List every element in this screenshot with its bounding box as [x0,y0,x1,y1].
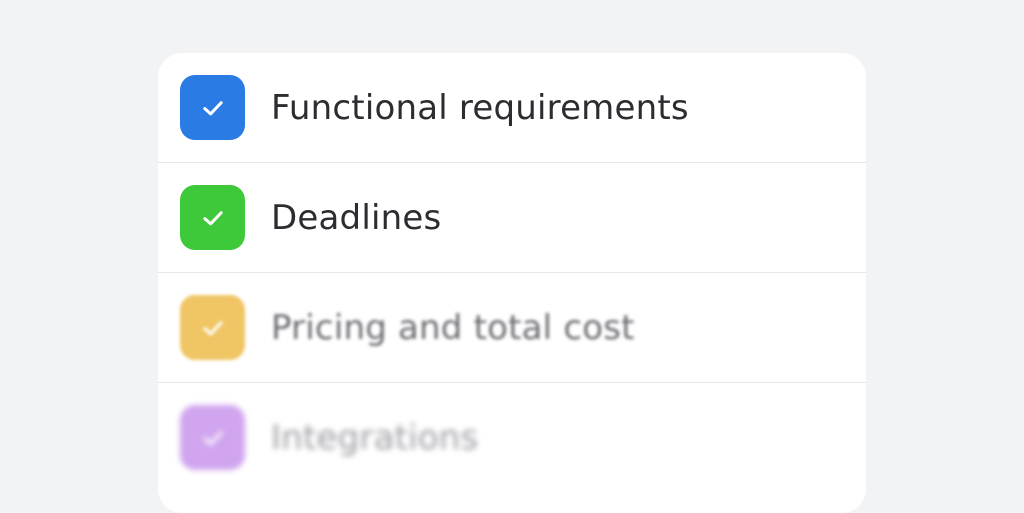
checklist-item-label: Pricing and total cost [271,308,635,348]
checkmark-icon [202,430,223,445]
checkmark-icon [202,320,223,335]
checklist-card: Functional requirements Deadlines Pricin… [158,53,866,513]
checklist-item-pricing[interactable]: Pricing and total cost [158,273,866,383]
checkmark-icon [202,210,223,225]
checkbox[interactable] [180,295,245,360]
checklist-item-deadlines[interactable]: Deadlines [158,163,866,273]
checklist-item-label: Integrations [271,418,479,458]
checkbox[interactable] [180,75,245,140]
checklist-item-integrations[interactable]: Integrations [158,383,866,493]
checkmark-icon [202,100,223,115]
checklist-item-label: Functional requirements [271,88,689,128]
checkbox[interactable] [180,185,245,250]
checkbox[interactable] [180,405,245,470]
checklist-item-functional-requirements[interactable]: Functional requirements [158,53,866,163]
checklist-item-label: Deadlines [271,198,442,238]
